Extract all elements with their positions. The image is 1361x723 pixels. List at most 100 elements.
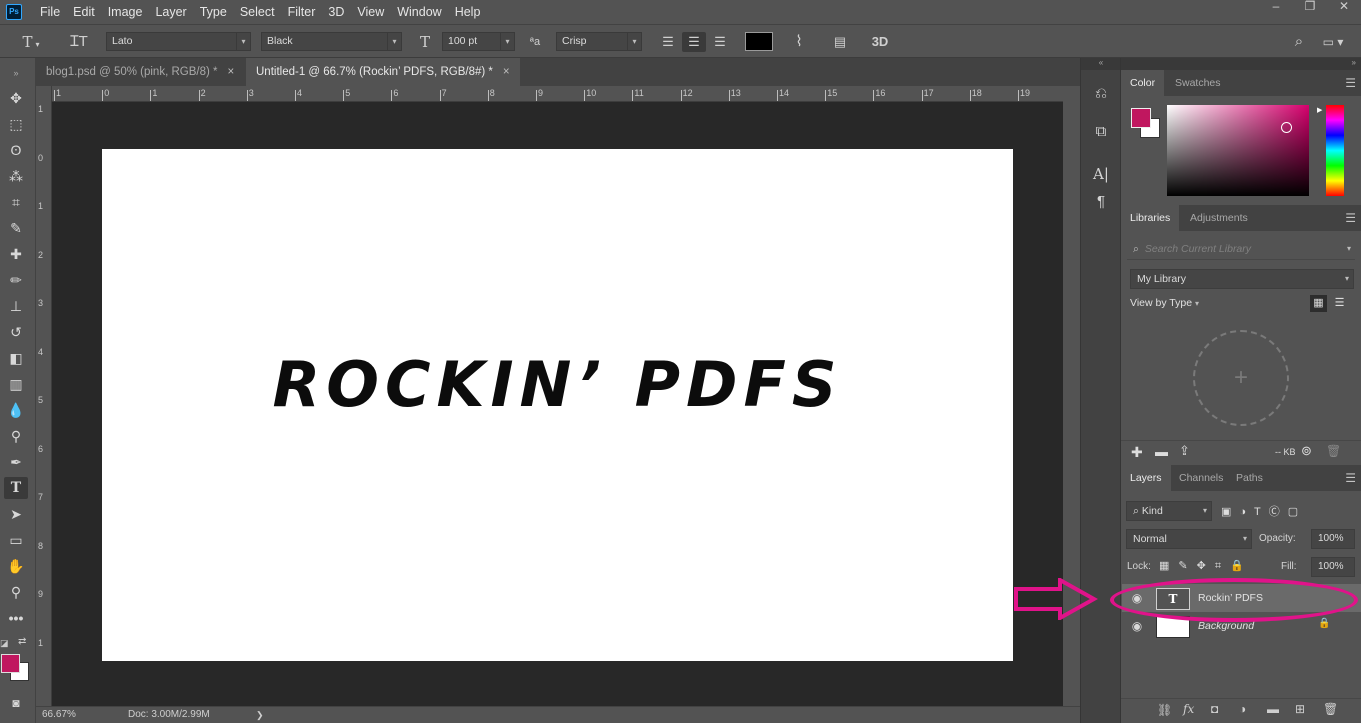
menu-filter[interactable]: Filter <box>288 5 316 19</box>
upload-icon[interactable]: ⇪ <box>1179 443 1190 459</box>
color-fg-swatch[interactable] <box>1131 108 1151 128</box>
swap-colors-icon[interactable]: ⇄ <box>18 636 30 648</box>
color-picker-marker[interactable] <box>1281 122 1292 133</box>
add-mask-icon[interactable]: ◘ <box>1211 702 1218 716</box>
history-panel-icon[interactable]: ⎌ <box>1089 82 1113 106</box>
antialias-select[interactable]: Crisp ▾ <box>556 32 642 51</box>
hue-slider-handle-icon[interactable]: ▶ <box>1317 106 1322 114</box>
eraser-tool-icon[interactable]: ◧ <box>4 347 28 369</box>
menu-3d[interactable]: 3D <box>328 5 344 19</box>
list-view-icon[interactable]: ☰ <box>1331 295 1348 312</box>
font-size-select[interactable]: 100 pt ▾ <box>442 32 515 51</box>
opacity-input[interactable]: 100% <box>1311 529 1355 549</box>
menu-help[interactable]: Help <box>455 5 481 19</box>
tab-adjustments[interactable]: Adjustments <box>1181 205 1257 231</box>
restore-button[interactable]: ❐ <box>1293 0 1327 14</box>
move-tool-icon[interactable]: ✥ <box>4 87 28 109</box>
creative-cloud-icon[interactable]: ⊚ <box>1301 443 1312 459</box>
paragraph-panel-icon[interactable]: ¶ <box>1089 190 1113 214</box>
color-field[interactable] <box>1167 105 1309 196</box>
history-brush-tool-icon[interactable]: ↺ <box>4 321 28 343</box>
new-group-icon[interactable]: ▬ <box>1267 702 1279 716</box>
gradient-tool-icon[interactable]: ▥ <box>4 373 28 395</box>
minimize-button[interactable]: – <box>1259 0 1293 14</box>
tab-color[interactable]: Color <box>1121 70 1165 96</box>
pen-tool-icon[interactable]: ✒ <box>4 451 28 473</box>
align-left-icon[interactable]: ☰ <box>657 32 679 52</box>
document-canvas[interactable]: ROCKIN’ PDFS <box>102 149 1013 661</box>
panel-menu-icon[interactable]: ☰ <box>1345 205 1356 231</box>
3d-button[interactable]: 3D <box>866 32 894 52</box>
marquee-tool-icon[interactable]: ⬚ <box>4 113 28 135</box>
tab-libraries[interactable]: Libraries <box>1121 205 1180 231</box>
character-panel-icon[interactable]: ▤ <box>829 32 851 52</box>
healing-brush-tool-icon[interactable]: ✚ <box>4 243 28 265</box>
adjustment-layer-icon[interactable]: ◑ <box>1239 702 1246 716</box>
hand-tool-icon[interactable]: ✋ <box>4 555 28 577</box>
tool-preset-picker[interactable]: T ▾ <box>16 32 46 52</box>
library-search[interactable]: ⌕ Search Current Library ▾ <box>1127 240 1355 260</box>
crop-tool-icon[interactable]: ⌗ <box>4 191 28 213</box>
character-panel-icon[interactable]: A| <box>1089 162 1113 186</box>
panel-menu-icon[interactable]: ☰ <box>1345 70 1356 96</box>
library-select[interactable]: My Library ▾ <box>1130 269 1354 289</box>
type-tool-icon[interactable]: T <box>4 477 28 499</box>
layer-kind-filter[interactable]: ⌕ Kind ▾ <box>1126 501 1212 521</box>
blend-mode-select[interactable]: Normal ▾ <box>1126 529 1252 549</box>
menu-edit[interactable]: Edit <box>73 5 95 19</box>
path-selection-tool-icon[interactable]: ➤ <box>4 503 28 525</box>
brush-tool-icon[interactable]: ✏ <box>4 269 28 291</box>
menu-file[interactable]: File <box>40 5 60 19</box>
canvas-text-layer[interactable]: ROCKIN’ PDFS <box>102 349 1013 421</box>
tab-channels[interactable]: Channels <box>1170 465 1232 491</box>
tab-swatches[interactable]: Swatches <box>1166 70 1230 96</box>
tab-untitled-1[interactable]: Untitled-1 @ 66.7% (Rockin’ PDFS, RGB/8#… <box>246 58 520 86</box>
lock-icons[interactable]: ▦✎✥⌗🔒 <box>1159 559 1253 573</box>
align-center-icon[interactable]: ☰ <box>682 32 706 52</box>
eyedropper-tool-icon[interactable]: ✎ <box>4 217 28 239</box>
menu-select[interactable]: Select <box>240 5 275 19</box>
new-layer-icon[interactable]: ⊞ <box>1295 702 1305 716</box>
view-by-type-select[interactable]: View by Type ▾ <box>1130 297 1199 309</box>
font-style-select[interactable]: Black ▾ <box>261 32 402 51</box>
clone-stamp-tool-icon[interactable]: ⊥ <box>4 295 28 317</box>
menu-layer[interactable]: Layer <box>155 5 186 19</box>
more-tools-icon[interactable]: ••• <box>4 607 28 629</box>
collapse-toolbar-icon[interactable]: » <box>4 62 28 84</box>
quick-selection-tool-icon[interactable]: ⁂ <box>4 165 28 187</box>
hue-slider[interactable] <box>1326 105 1344 196</box>
layer-filter-icons[interactable]: ▣◑TⒸ▢ <box>1221 503 1353 521</box>
tab-paths[interactable]: Paths <box>1227 465 1272 491</box>
quick-mask-icon[interactable]: ◙ <box>4 692 28 714</box>
text-color-swatch[interactable] <box>745 32 773 51</box>
fx-icon[interactable]: fx <box>1183 702 1194 716</box>
expand-panels-icon[interactable]: » <box>1121 58 1361 70</box>
search-icon[interactable]: ⌕ <box>1288 32 1310 52</box>
collapse-panels-icon[interactable]: « <box>1081 58 1121 70</box>
rectangle-tool-icon[interactable]: ▭ <box>4 529 28 551</box>
menu-type[interactable]: Type <box>200 5 227 19</box>
zoom-level[interactable]: 66.67% <box>42 707 76 723</box>
lasso-tool-icon[interactable]: ʘ <box>4 139 28 161</box>
default-colors-icon[interactable]: ◪ <box>0 638 10 648</box>
trash-icon[interactable]: 🗑 <box>1326 444 1341 458</box>
close-icon[interactable]: × <box>503 66 510 78</box>
menu-window[interactable]: Window <box>397 5 441 19</box>
tab-blog1[interactable]: blog1.psd @ 50% (pink, RGB/8) * × <box>36 58 245 86</box>
add-library-item-icon[interactable]: + <box>1193 330 1289 426</box>
toggle-text-orientation-icon[interactable]: ꞮT <box>68 32 90 52</box>
add-content-icon[interactable]: ✚ <box>1131 444 1143 461</box>
menu-image[interactable]: Image <box>108 5 143 19</box>
canvas-area[interactable]: ROCKIN’ PDFS <box>52 102 1063 706</box>
foreground-color-swatch[interactable] <box>1 654 20 673</box>
delete-layer-icon[interactable]: 🗑 <box>1323 702 1338 716</box>
link-layers-icon[interactable]: ⛓ <box>1157 703 1172 717</box>
tab-layers[interactable]: Layers <box>1121 465 1171 491</box>
properties-panel-icon[interactable]: ⧉ <box>1089 120 1113 144</box>
dodge-tool-icon[interactable]: ⚲ <box>4 425 28 447</box>
folder-icon[interactable]: ▬ <box>1155 444 1168 459</box>
panel-menu-icon[interactable]: ☰ <box>1345 465 1356 491</box>
close-window-button[interactable]: ✕ <box>1327 0 1361 14</box>
close-icon[interactable]: × <box>227 66 234 78</box>
status-menu-arrow-icon[interactable]: ❯ <box>256 707 264 723</box>
